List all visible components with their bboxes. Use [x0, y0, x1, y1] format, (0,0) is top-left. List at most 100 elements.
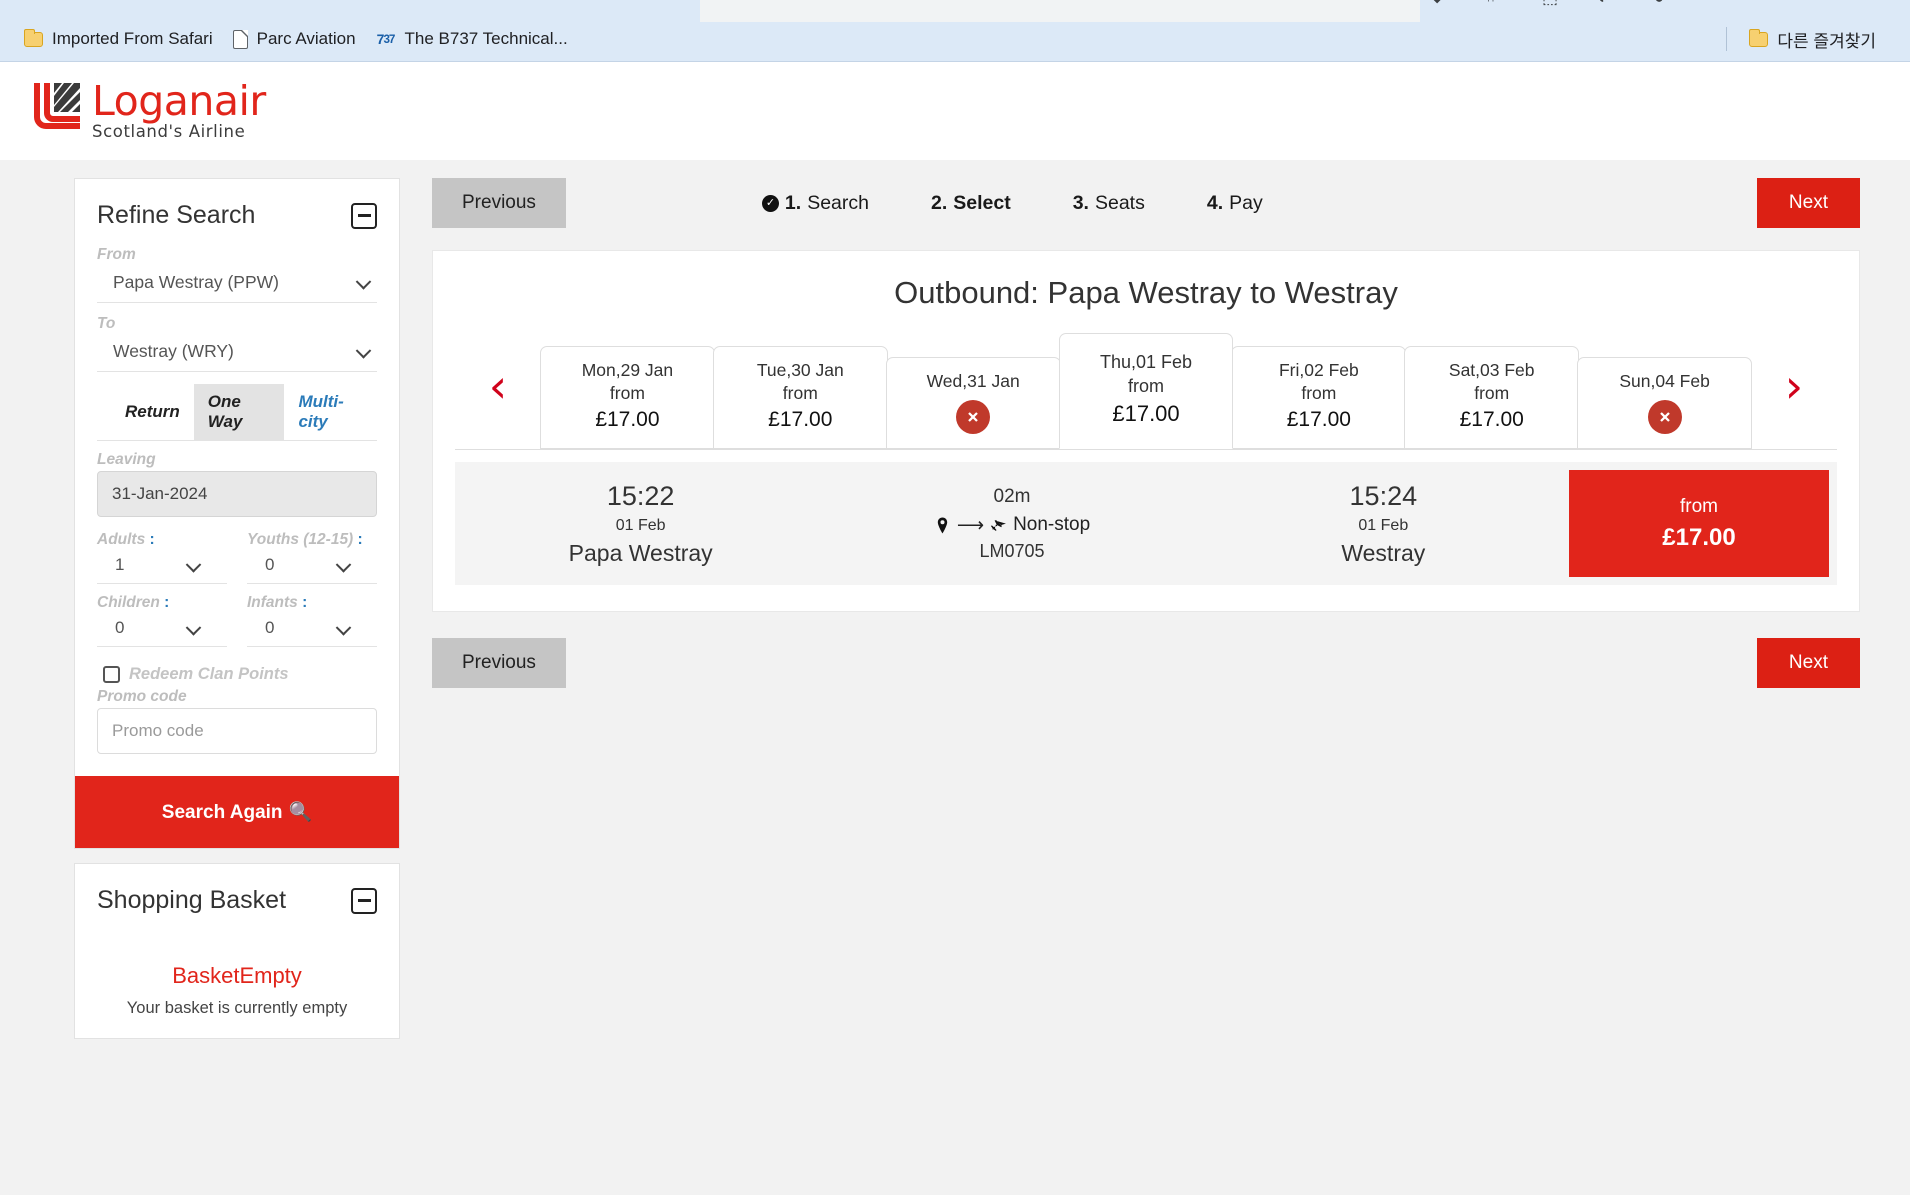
step-number: 3. — [1072, 191, 1089, 214]
adults-field: Adults : 1 — [97, 531, 227, 584]
avatar[interactable]: ● — [1654, 0, 1670, 7]
date-tab-sat-03-feb[interactable]: Sat,03 Feb from £17.00 — [1404, 345, 1580, 450]
stops-label: Non-stop — [1013, 514, 1091, 536]
collapse-refine-search-button[interactable] — [351, 202, 377, 229]
children-label: Children : — [97, 594, 170, 611]
search-again-button[interactable]: Search Again 🔍 — [75, 776, 399, 848]
youths-select[interactable]: 0 — [247, 550, 377, 584]
youths-label: Youths (12-15) : — [247, 531, 363, 548]
date-tab-from: from — [1128, 376, 1164, 397]
trip-type-tabs: Return One Way Multi-city — [97, 384, 377, 441]
date-tab-wed-31-jan[interactable]: Wed,31 Jan — [885, 356, 1061, 450]
duration-segment: 02m ⟶ Non-stop LM0705 — [826, 462, 1197, 585]
from-select[interactable]: Papa Westray (PPW) — [97, 266, 377, 303]
arrow-right-icon: ⟶ — [956, 514, 985, 536]
infants-label: Infants : — [247, 594, 308, 611]
departure-segment: 15:22 01 Feb Papa Westray — [455, 462, 826, 585]
promo-code-input[interactable] — [97, 708, 377, 754]
sidebar: Refine Search From Papa Westray (PPW) To… — [0, 160, 400, 1053]
step-3-seats[interactable]: 3. Seats — [1073, 192, 1145, 215]
arrival-time: 15:24 — [1349, 481, 1418, 512]
divider — [1726, 27, 1728, 51]
next-button-bottom[interactable]: Next — [1756, 638, 1860, 689]
to-select[interactable]: Westray (WRY) — [97, 335, 377, 372]
to-label: To — [97, 315, 116, 332]
trip-tab-one-way[interactable]: One Way — [193, 384, 285, 440]
folder-icon — [24, 28, 43, 47]
site-header: Loganair Scotland's Airline — [0, 62, 1910, 160]
children-select[interactable]: 0 — [97, 613, 227, 647]
promo-code-label: Promo code — [97, 688, 187, 705]
passenger-grid: Adults : 1 Youths (12-15) : 0 Children:… — [97, 531, 377, 657]
loganair-logo[interactable]: Loganair Scotland's Airline — [30, 81, 266, 141]
previous-button-bottom[interactable]: Previous — [432, 638, 566, 689]
date-tab-from: from — [609, 383, 645, 404]
youths-field: Youths (12-15) : 0 — [247, 531, 377, 584]
step-2-select[interactable]: 2. Select — [931, 192, 1011, 215]
bookmark-star-icon[interactable]: ◐ — [1598, 0, 1614, 7]
flight-result-row: 15:22 01 Feb Papa Westray 02m ⟶ Non-stop… — [455, 462, 1837, 586]
results-title: Outbound: Papa Westray to Westray — [894, 275, 1398, 310]
date-tab-from: from — [1301, 383, 1337, 404]
departure-time: 15:22 — [606, 481, 675, 512]
departure-date: 01 Feb — [615, 517, 666, 535]
previous-button-top[interactable]: Previous — [432, 178, 566, 228]
step-number: 2. — [930, 191, 948, 214]
date-tab-day: Sun,04 Feb — [1619, 370, 1710, 391]
brand-name: Loganair — [92, 77, 266, 126]
date-tab-day: Thu,01 Feb — [1099, 352, 1193, 372]
date-tab-price: £17.00 — [1459, 407, 1524, 431]
step-4-pay[interactable]: 4. Pay — [1207, 192, 1263, 215]
date-tab-mon-29-jan[interactable]: Mon,29 Jan from £17.00 — [540, 345, 715, 450]
previous-dates-arrow[interactable]: ‹ — [455, 333, 541, 449]
redeem-clan-points-checkbox[interactable] — [103, 666, 120, 683]
children-value: 0 — [115, 618, 125, 637]
search-again-label: Search Again — [161, 802, 283, 823]
next-button-top[interactable]: Next — [1756, 178, 1860, 228]
date-tab-from: from — [1474, 383, 1510, 404]
step-label: Search — [807, 191, 869, 214]
date-tab-price: £17.00 — [768, 407, 833, 431]
date-tab-fri-02-feb[interactable]: Fri,02 Feb from £17.00 — [1231, 345, 1407, 450]
next-dates-arrow[interactable]: › — [1751, 333, 1837, 449]
chevron-down-icon — [335, 619, 352, 636]
arrival-date: 01 Feb — [1358, 517, 1409, 535]
step-1-search[interactable]: ✓ 1. Search — [761, 191, 869, 215]
trip-tab-return[interactable]: Return — [111, 394, 194, 430]
adults-select[interactable]: 1 — [97, 550, 227, 584]
infants-select[interactable]: 0 — [247, 613, 377, 647]
infants-value: 0 — [265, 618, 275, 637]
from-value: Papa Westray (PPW) — [113, 272, 279, 292]
bottom-navigation: Previous Next — [432, 638, 1860, 689]
leaving-date-input[interactable]: 31-Jan-2024 — [97, 471, 377, 517]
date-tab-day: Fri,02 Feb — [1278, 359, 1359, 380]
departure-airport: Papa Westray — [568, 540, 713, 567]
refine-search-body: From Papa Westray (PPW) To Westray (WRY)… — [75, 240, 399, 776]
adults-label: Adults : — [97, 531, 155, 548]
date-tab-tue-30-jan[interactable]: Tue,30 Jan from £17.00 — [712, 345, 888, 450]
chevron-down-icon — [185, 619, 202, 636]
bookmark-other-bookmarks[interactable]: 다른 즐겨찾기 — [1739, 23, 1886, 56]
select-fare-button[interactable]: from £17.00 — [1568, 470, 1829, 578]
bookmark-imported-from-safari[interactable]: Imported From Safari — [14, 25, 223, 53]
infants-field: Infants : 0 — [247, 594, 377, 647]
chevron-down-icon — [355, 343, 372, 359]
bookmark-parc-aviation[interactable]: Parc Aviation — [223, 25, 366, 53]
trip-tab-multi-city[interactable]: Multi-city — [284, 384, 377, 440]
browser-toolbar-icons: ⬇ ⌗ ⬚ ◐ ● — [1430, 0, 1670, 7]
share-icon[interactable]: ⌗ — [1486, 0, 1502, 7]
extensions-icon[interactable]: ⬚ — [1542, 0, 1558, 7]
download-icon[interactable]: ⬇ — [1430, 0, 1446, 7]
date-tab-sun-04-feb[interactable]: Sun,04 Feb — [1577, 356, 1753, 450]
from-label: From — [97, 246, 136, 263]
leaving-label: Leaving — [97, 451, 156, 468]
collapse-basket-button[interactable] — [351, 887, 377, 914]
youths-value: 0 — [265, 555, 275, 574]
step-number: 4. — [1206, 191, 1224, 214]
date-tab-thu-01-feb[interactable]: Thu,01 Feb from £17.00 — [1058, 333, 1234, 450]
basket-empty-text: Your basket is currently empty — [126, 999, 348, 1017]
bookmark-b737-technical[interactable]: 7 37 The B737 Technical... — [366, 25, 578, 53]
shopping-basket-panel: Shopping Basket BasketEmpty Your basket … — [74, 863, 400, 1039]
arrival-segment: 15:24 01 Feb Westray — [1198, 462, 1569, 585]
search-icon: 🔍 — [288, 802, 313, 823]
